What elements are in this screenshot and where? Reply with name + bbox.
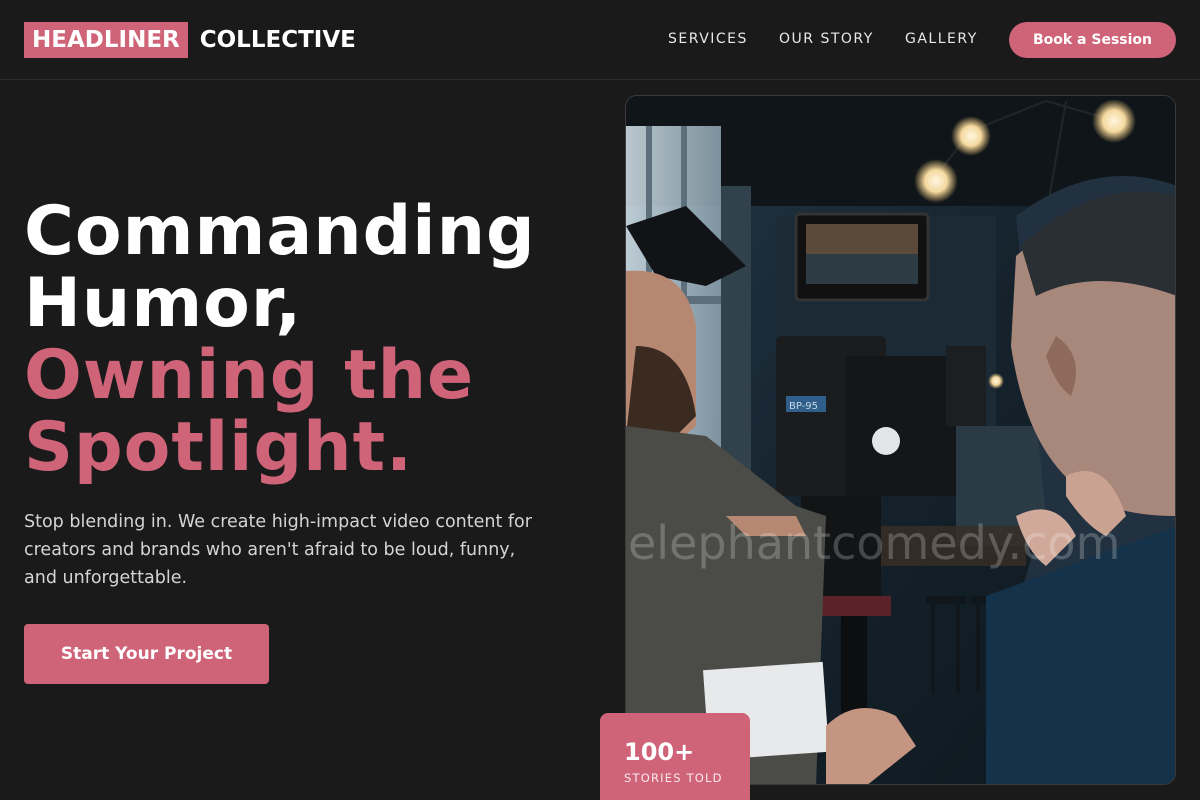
nav-link-our-story[interactable]: OUR STORY [779, 31, 874, 47]
nav-link-services[interactable]: SERVICES [668, 31, 748, 47]
hero-title-accent-2: Spotlight. [24, 408, 413, 487]
stat-label: STORIES TOLD [624, 771, 723, 785]
photo-watermark: elephantcomedy.com [628, 516, 1121, 570]
nav-link-gallery[interactable]: GALLERY [905, 31, 978, 47]
hero-photo-filming-scene: BP-95 elephantcomedy.com [625, 95, 1176, 785]
hero-photo-illustration: BP-95 [626, 96, 1175, 784]
stat-value: 100+ [624, 738, 695, 766]
hero-subtitle: Stop blending in. We create high-impact … [24, 512, 532, 588]
book-session-button[interactable]: Book a Session [1009, 22, 1176, 58]
brand-logo[interactable]: HEADLINER COLLECTIVE [24, 22, 356, 58]
camera-battery-label: BP-95 [789, 401, 818, 412]
top-navigation: HEADLINER COLLECTIVE SERVICES OUR STORY … [0, 0, 1200, 80]
brand-logo-highlight: HEADLINER [24, 22, 188, 58]
start-project-button[interactable]: Start Your Project [24, 624, 269, 684]
hero-title-accent-1: Owning the [24, 336, 475, 415]
stories-told-badge: 100+ STORIES TOLD [600, 713, 750, 800]
hero-title-line-1: Commanding [24, 192, 536, 271]
brand-logo-text: COLLECTIVE [199, 27, 356, 53]
hero-title: Commanding Humor, Owning the Spotlight. [24, 196, 536, 484]
hero-title-line-2: Humor, [24, 264, 303, 343]
